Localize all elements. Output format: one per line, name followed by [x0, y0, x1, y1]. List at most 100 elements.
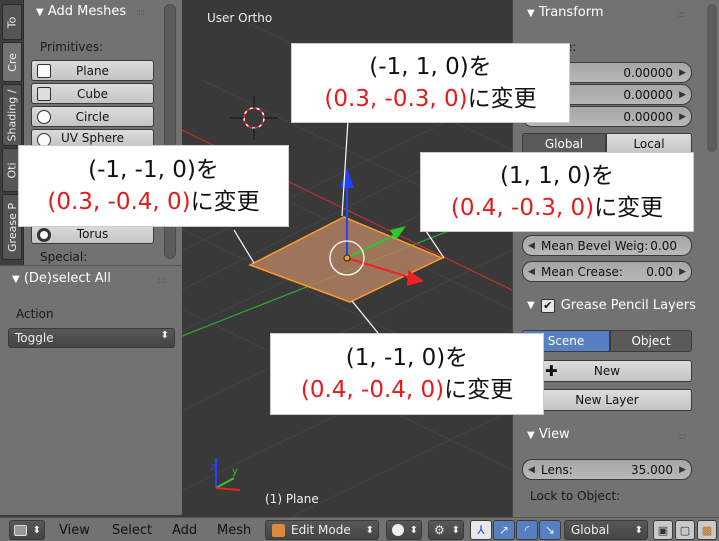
- orientation-select[interactable]: Global ⬍: [564, 520, 648, 540]
- field-value: 0.00000: [623, 109, 673, 124]
- callout-new-value: (0.4, -0.4, 0): [300, 377, 445, 403]
- lock-to-object-label: Lock to Object:: [530, 489, 621, 503]
- panel-title: Add Meshes: [47, 4, 127, 19]
- tab-tools[interactable]: To: [2, 4, 22, 40]
- arrow-right-icon[interactable]: ▶: [679, 90, 686, 100]
- arrow-right-icon[interactable]: ▶: [679, 267, 686, 277]
- updown-icon: ⬍: [451, 524, 460, 536]
- grease-pencil-header[interactable]: ▼ ✔ Grease Pencil Layers: [527, 298, 696, 313]
- updown-icon: ⬍: [365, 524, 374, 536]
- collapse-arrow-icon: ▼: [12, 274, 20, 285]
- updown-icon: ⬍: [634, 524, 643, 536]
- callout-left: (-1, -1, 0)を (0.3, -0.4, 0)に変更: [18, 145, 289, 227]
- operator-panel: ▼ (De)select All :::: Action Toggle ⬍: [0, 265, 182, 515]
- translate-toggle[interactable]: ↗: [493, 520, 515, 540]
- button-label: Cube: [77, 86, 108, 101]
- lens-field[interactable]: ◀ Lens: 35.000 ▶: [522, 459, 692, 480]
- field-value: 0.00: [646, 264, 673, 279]
- grip-icon[interactable]: ::::: [158, 276, 167, 286]
- grip-icon[interactable]: ::::: [677, 432, 686, 442]
- tab-shading[interactable]: Shading /: [2, 84, 22, 146]
- cube-icon: ▣: [657, 523, 669, 537]
- pivot-select[interactable]: ⚙ ⬍: [428, 520, 464, 540]
- action-value: Toggle: [15, 331, 54, 345]
- button-label: Plane: [76, 63, 109, 78]
- menu-view[interactable]: View: [59, 523, 90, 538]
- face-select-toggle[interactable]: ▩: [697, 520, 717, 540]
- button-label: UV Sphere: [60, 131, 125, 145]
- circle-button[interactable]: Circle: [31, 106, 154, 127]
- field-value: 0.00000: [623, 87, 673, 102]
- panel-title: View: [538, 427, 570, 442]
- edge-select-toggle[interactable]: ▢: [675, 520, 695, 540]
- action-select[interactable]: Toggle ⬍: [8, 328, 175, 348]
- collapse-arrow-icon: ▼: [527, 430, 535, 441]
- deselect-all-header[interactable]: ▼ (De)select All: [12, 271, 111, 286]
- scale-toggle[interactable]: ↘: [539, 520, 561, 540]
- origin-dot: [343, 254, 351, 262]
- toggle-label: Scene: [547, 334, 585, 348]
- edit-mode-icon: [272, 523, 285, 537]
- panel-title: Grease Pencil Layers: [560, 298, 696, 313]
- manipulator-icon: ⅄: [477, 523, 485, 537]
- grip-icon[interactable]: ::::: [677, 10, 686, 20]
- menu-mesh[interactable]: Mesh: [217, 523, 251, 538]
- x-arrow-icon[interactable]: [407, 270, 424, 286]
- grip-icon[interactable]: ::::: [136, 8, 145, 18]
- callout-line1: (-1, 1, 0)を: [369, 54, 492, 80]
- scrollbar[interactable]: [707, 4, 717, 152]
- torus-button[interactable]: Torus: [31, 224, 154, 244]
- arrow-left-icon[interactable]: ◀: [528, 267, 535, 277]
- object-toggle[interactable]: Object: [610, 330, 692, 352]
- viewport-header: ⬍ View Select Add Mesh Edit Mode ⬍ ⬍ ⚙ ⬍…: [0, 517, 719, 541]
- cube-icon: ▢: [679, 523, 691, 537]
- rotate-toggle[interactable]: ◜: [516, 520, 538, 540]
- mean-bevel-field[interactable]: ◀ Mean Bevel Weig: 0.00: [522, 235, 692, 256]
- field-label: Mean Crease:: [541, 264, 623, 279]
- arrow-left-icon[interactable]: ◀: [528, 465, 535, 475]
- manipulator-toggle[interactable]: ⅄: [470, 520, 492, 540]
- arrow-right-icon[interactable]: ▶: [679, 68, 686, 78]
- callout-suffix: に変更: [444, 377, 514, 403]
- toggle-label: Local: [633, 137, 665, 151]
- new-layer-button[interactable]: New Layer: [522, 389, 692, 411]
- view-header[interactable]: ▼ View: [527, 427, 570, 442]
- arrow-right-icon[interactable]: ▶: [679, 112, 686, 122]
- tab-label: Cre: [5, 52, 19, 72]
- transform-header[interactable]: ▼ Transform: [527, 5, 604, 20]
- shading-select[interactable]: ⬍: [386, 520, 422, 540]
- toggle-label: Object: [631, 334, 671, 348]
- editor-type-select[interactable]: ⬍: [9, 520, 45, 540]
- primitives-label: Primitives:: [40, 40, 104, 54]
- plane-button[interactable]: Plane: [31, 60, 154, 81]
- add-meshes-header[interactable]: ▼ Add Meshes: [36, 4, 126, 19]
- menu-add[interactable]: Add: [172, 523, 197, 538]
- tab-create[interactable]: Cre: [2, 42, 22, 82]
- vertex-select-toggle[interactable]: ▣: [653, 520, 673, 540]
- callout-line1: (1, 1, 0)を: [499, 163, 615, 189]
- callout-new-value: (0.4, -0.3, 0): [450, 195, 595, 221]
- 3d-cursor-icon[interactable]: [230, 96, 278, 140]
- cube-icon: ▩: [701, 523, 713, 537]
- arrow-icon: ↗: [498, 523, 510, 537]
- object-label: (1) Plane: [265, 492, 319, 506]
- mean-crease-field[interactable]: ◀ Mean Crease: 0.00 ▶: [522, 261, 692, 282]
- rotate-icon: ◜: [524, 523, 530, 537]
- torus-icon: [37, 228, 51, 242]
- arrow-left-icon[interactable]: ◀: [528, 241, 535, 251]
- viewport-editor-icon: [14, 524, 27, 536]
- z-arrow-icon[interactable]: [340, 168, 354, 188]
- cube-button[interactable]: Cube: [31, 83, 154, 104]
- orientation-label: Global: [571, 523, 610, 537]
- arrow-right-icon[interactable]: ▶: [679, 465, 686, 475]
- new-grease-button[interactable]: ⬍ ✚ New: [522, 360, 692, 382]
- field-label: Mean Bevel Weig:: [541, 238, 649, 253]
- callout-bottom: (1, -1, 0)を (0.4, -0.4, 0)に変更: [270, 333, 544, 415]
- mode-select[interactable]: Edit Mode ⬍: [265, 520, 379, 540]
- circle-icon: [37, 110, 51, 124]
- menu-select[interactable]: Select: [112, 523, 152, 538]
- field-value: 0.00: [650, 238, 677, 253]
- checkbox-checked-icon[interactable]: ✔: [540, 298, 555, 313]
- callout-line1: (1, -1, 0)を: [345, 345, 469, 371]
- callout-right: (1, 1, 0)を (0.4, -0.3, 0)に変更: [420, 152, 694, 232]
